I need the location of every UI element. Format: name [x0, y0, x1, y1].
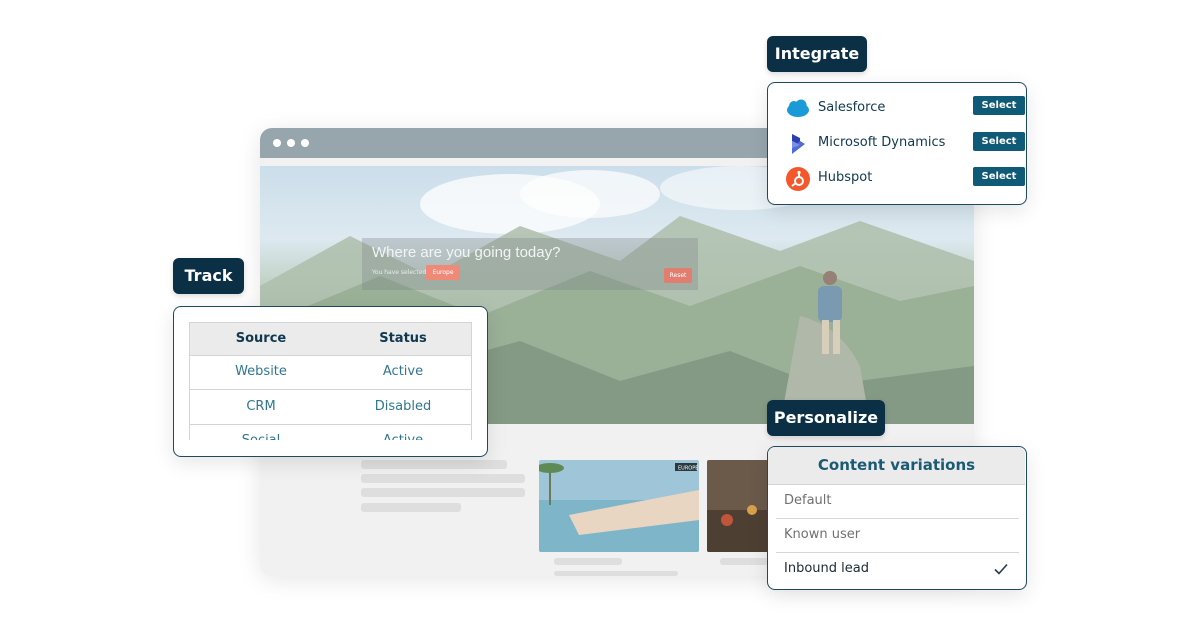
integration-row-microsoft-dynamics: Microsoft Dynamics Select [786, 131, 1025, 157]
integration-row-hubspot: Hubspot Select [786, 166, 1025, 192]
personalize-panel: Content variations Default Known user In… [767, 446, 1027, 590]
skeleton-line [720, 558, 768, 565]
card-badge: EUROPE [678, 466, 698, 472]
track-tag: Track [173, 258, 244, 294]
select-microsoft-dynamics-button[interactable]: Select [973, 132, 1025, 151]
destination-card-image[interactable]: EUROPE [539, 460, 699, 552]
table-row[interactable]: Social Active [190, 424, 471, 440]
variation-label: Known user [784, 527, 861, 542]
column-header-status: Status [379, 331, 427, 346]
hero-search-title: Where are you going today? [372, 244, 561, 261]
hubspot-sprocket-icon [786, 167, 810, 191]
status-cell: Disabled [374, 399, 432, 414]
reset-button[interactable]: Reset [664, 268, 692, 283]
table-header: Source Status [190, 323, 471, 356]
sources-table: Source Status Website Active CRM Disable… [189, 322, 472, 440]
column-header-source: Source [235, 331, 287, 346]
variation-label: Inbound lead [784, 561, 869, 576]
personalize-tag: Personalize [767, 400, 885, 436]
source-cell: Social [190, 424, 332, 440]
source-cell: Website [235, 364, 287, 379]
variation-option-default[interactable]: Default [776, 485, 1019, 519]
skeleton-line [361, 488, 525, 497]
skeleton-line [361, 474, 525, 483]
variation-label: Default [784, 493, 832, 508]
integration-label: Salesforce [818, 100, 886, 115]
select-hubspot-button[interactable]: Select [973, 167, 1025, 186]
skeleton-line [361, 460, 507, 469]
table-row[interactable]: CRM Disabled [190, 390, 471, 425]
integrate-tag: Integrate [767, 36, 867, 72]
market-image [707, 460, 769, 552]
window-dot [301, 139, 309, 147]
microsoft-dynamics-icon [792, 134, 805, 154]
source-cell: CRM [246, 399, 276, 414]
status-cell: Active [382, 364, 424, 379]
hero-search-subtitle: You have selected [372, 269, 427, 276]
region-chip[interactable]: Europe [426, 265, 460, 280]
skeleton-line [554, 558, 622, 565]
integration-label: Hubspot [818, 170, 873, 185]
integrate-panel: Salesforce Select Microsoft Dynamics Sel… [767, 82, 1027, 205]
integration-row-salesforce: Salesforce Select [786, 96, 1025, 122]
hero-search-box: Where are you going today? You have sele… [362, 238, 698, 290]
integration-label: Microsoft Dynamics [818, 135, 946, 150]
table-row[interactable]: Website Active [190, 355, 471, 390]
skeleton-line [554, 571, 678, 576]
variation-option-known-user[interactable]: Known user [776, 519, 1019, 553]
destination-card-image[interactable] [707, 460, 769, 552]
skeleton-line [361, 503, 461, 512]
resort-pool-image: EUROPE [539, 460, 699, 552]
salesforce-cloud-icon [787, 99, 809, 117]
checkmark-icon [994, 563, 1008, 575]
track-panel: Source Status Website Active CRM Disable… [173, 306, 488, 457]
status-cell: Active [332, 424, 471, 440]
content-variations-header: Content variations [768, 447, 1025, 485]
window-dot [287, 139, 295, 147]
variation-option-inbound-lead[interactable]: Inbound lead [776, 553, 1019, 586]
window-dot [273, 139, 281, 147]
select-salesforce-button[interactable]: Select [973, 96, 1025, 115]
